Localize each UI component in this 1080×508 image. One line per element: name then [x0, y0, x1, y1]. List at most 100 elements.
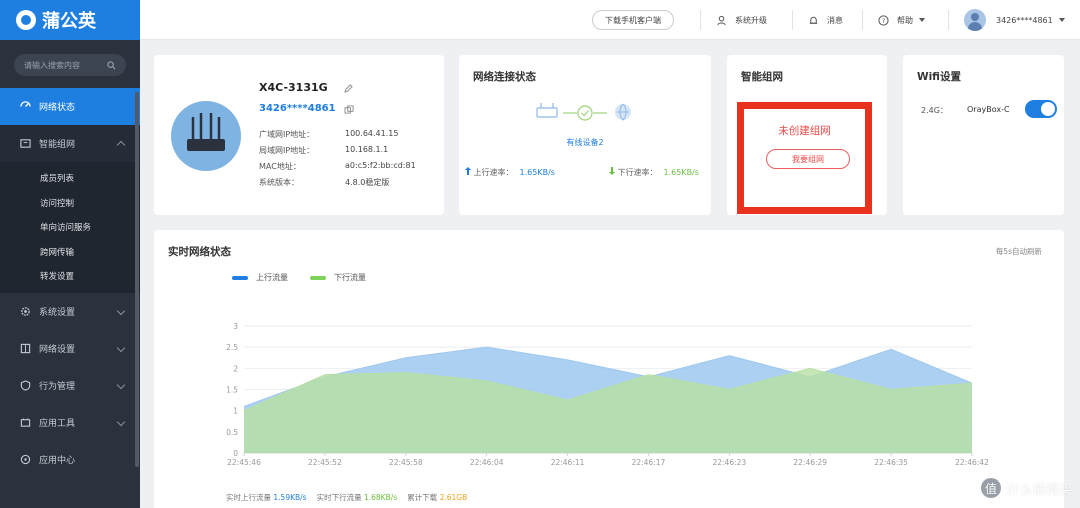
x-tick-label: 22:45:46 — [227, 458, 261, 467]
brand-name: 蒲公英 — [42, 11, 96, 32]
sidebar-item-label: 应用工具 — [39, 418, 76, 429]
version-value: 4.8.0稳定版 — [345, 178, 390, 187]
device-id[interactable]: 3426****4861 — [259, 103, 336, 114]
lan-ip-value: 10.168.1.1 — [345, 145, 389, 154]
y-tick-label: 0 — [233, 449, 238, 458]
search-icon[interactable] — [107, 60, 116, 70]
sidebar: 蒲公英 网络状态 智能组网 成员列表 访问控制 单向访问服务 跨网传输 转发设置… — [0, 0, 140, 508]
tools-icon — [20, 417, 31, 428]
wired-devices-link[interactable]: 有线设备2 — [459, 137, 711, 148]
version-label: 系统版本： — [259, 178, 299, 187]
version-row: 系统版本： 4.8.0稳定版 — [259, 177, 389, 188]
wifi-toggle[interactable] — [1025, 100, 1057, 118]
stat-upload: 实时上行流量 1.59KB/s — [226, 492, 307, 503]
y-tick-label: 2 — [233, 364, 238, 373]
caret-down-icon — [919, 18, 925, 22]
chevron-down-icon — [116, 306, 126, 315]
top-header: 下载手机客户端 系统升级 消息 ? 帮助 3426****4861 — [140, 0, 1080, 40]
system-upgrade-button[interactable]: 系统升级 — [716, 0, 767, 40]
download-client-button[interactable]: 下载手机客户端 — [592, 10, 674, 30]
wan-ip-row: 广域网IP地址： 100.64.41.15 — [259, 129, 398, 140]
upload-speed: 上行速率： 1.65KB/s — [465, 167, 555, 178]
help-menu[interactable]: ? 帮助 — [878, 0, 925, 40]
upload-speed-label: 上行速率： — [473, 168, 514, 177]
download-speed-label: 下行速率： — [617, 168, 658, 177]
topology-icon — [536, 103, 631, 121]
sidebar-item-system-settings[interactable]: 系统设置 — [0, 293, 140, 330]
sidebar-subitem-members[interactable]: 成员列表 — [0, 166, 140, 191]
sidebar-item-network-status[interactable]: 网络状态 — [0, 88, 140, 125]
create-mesh-button[interactable]: 我要组网 — [766, 149, 850, 169]
upgrade-icon — [716, 15, 727, 26]
avatar — [964, 9, 986, 31]
lan-ip-row: 局域网IP地址： 10.168.1.1 — [259, 145, 388, 156]
sidebar-item-label: 系统设置 — [39, 307, 76, 318]
sidebar-item-label: 网络设置 — [39, 344, 76, 355]
download-speed: 下行速率： 1.65KB/s — [609, 167, 699, 178]
mac-row: MAC地址： a0:c5:f2:bb:cd:81 — [259, 161, 416, 172]
sidebar-search[interactable] — [14, 54, 126, 76]
stat-total-value: 2.61GB — [439, 493, 468, 502]
app-center-icon — [20, 454, 31, 465]
arrow-down-icon — [609, 167, 615, 175]
x-tick-label: 22:46:11 — [551, 458, 585, 467]
sidebar-subitem-cross-network[interactable]: 跨网传输 — [0, 240, 140, 265]
realtime-card: 实时网络状态 每5s自动刷新 上行流量 下行流量 0 0.5 1 1.5 2 2.5 3 22… — [154, 230, 1064, 508]
gear-icon — [20, 306, 31, 317]
sidebar-subitem-access-control[interactable]: 访问控制 — [0, 191, 140, 216]
sidebar-subitem-oneway-access[interactable]: 单向访问服务 — [0, 215, 140, 240]
sidebar-item-label: 行为管理 — [39, 381, 76, 392]
divider — [792, 10, 793, 30]
mac-label: MAC地址： — [259, 162, 301, 171]
caret-down-icon — [1058, 18, 1065, 22]
x-tick-label: 22:46:29 — [793, 458, 827, 467]
chevron-down-icon — [116, 343, 126, 352]
traffic-chart: 0 0.5 1 1.5 2 2.5 3 22:45:46 22:45:52 22:45:58 22:… — [226, 322, 989, 467]
edit-icon[interactable] — [344, 84, 353, 93]
x-tick-label: 22:46:23 — [712, 458, 746, 467]
brand-logo-icon — [16, 10, 36, 30]
x-tick-label: 22:45:52 — [308, 458, 342, 467]
sidebar-scrollbar[interactable] — [135, 92, 139, 467]
device-card: X4C-3131G 3426****4861 广域网IP地址： 100.64.41… — [154, 55, 444, 215]
x-tick-label: 22:46:17 — [632, 458, 666, 467]
network-status-title: 网络连接状态 — [473, 71, 536, 83]
y-tick-label: 2.5 — [226, 343, 238, 352]
chevron-down-icon — [116, 380, 126, 389]
sidebar-item-app-center[interactable]: 应用中心 — [0, 441, 140, 478]
smart-mesh-title: 智能组网 — [741, 71, 783, 83]
watermark-logo-icon: 值 — [980, 478, 1001, 498]
sidebar-submenu: 成员列表 访问控制 单向访问服务 跨网传输 转发设置 — [0, 162, 140, 293]
sidebar-item-label: 应用中心 — [39, 455, 76, 466]
help-label: 帮助 — [897, 15, 913, 25]
sidebar-item-network-settings[interactable]: 网络设置 — [0, 330, 140, 367]
mac-value: a0:c5:f2:bb:cd:81 — [345, 161, 416, 170]
copy-icon[interactable] — [344, 105, 355, 114]
mesh-status: 未创建组网 — [778, 125, 831, 137]
watermark: 值 什么值得买 — [980, 478, 1072, 498]
mesh-highlight-box: 未创建组网 我要组网 — [737, 102, 872, 214]
notifications-button[interactable]: 消息 — [808, 0, 843, 40]
divider — [948, 10, 949, 30]
divider — [700, 10, 701, 30]
wifi-title: Wifi设置 — [917, 71, 961, 83]
sidebar-subitem-forwarding[interactable]: 转发设置 — [0, 264, 140, 289]
download-speed-value: 1.65KB/s — [663, 168, 699, 177]
device-name: X4C-3131G — [259, 81, 328, 94]
stat-upload-label: 实时上行流量 — [226, 493, 271, 502]
chevron-up-icon — [116, 140, 126, 150]
sidebar-item-app-tools[interactable]: 应用工具 — [0, 404, 140, 441]
network-settings-icon — [20, 343, 31, 354]
sidebar-item-smart-mesh[interactable]: 智能组网 — [0, 125, 140, 162]
sidebar-item-behavior-management[interactable]: 行为管理 — [0, 367, 140, 404]
stat-download: 实时下行流量 1.68KB/s — [317, 492, 398, 503]
chevron-down-icon — [116, 417, 126, 426]
stat-download-label: 实时下行流量 — [316, 493, 362, 502]
user-name: 3426****4861 — [996, 15, 1053, 25]
user-menu[interactable]: 3426****4861 — [964, 0, 1065, 40]
x-tick-label: 22:45:58 — [389, 458, 423, 467]
search-input[interactable] — [24, 60, 104, 70]
brand[interactable]: 蒲公英 — [0, 0, 140, 40]
network-status-card: 网络连接状态 有线设备2 上行速率： 1.65KB/s 下行速率： 1.65KB/s — [459, 55, 711, 215]
stat-total: 累计下载 2.61GB — [407, 492, 467, 503]
